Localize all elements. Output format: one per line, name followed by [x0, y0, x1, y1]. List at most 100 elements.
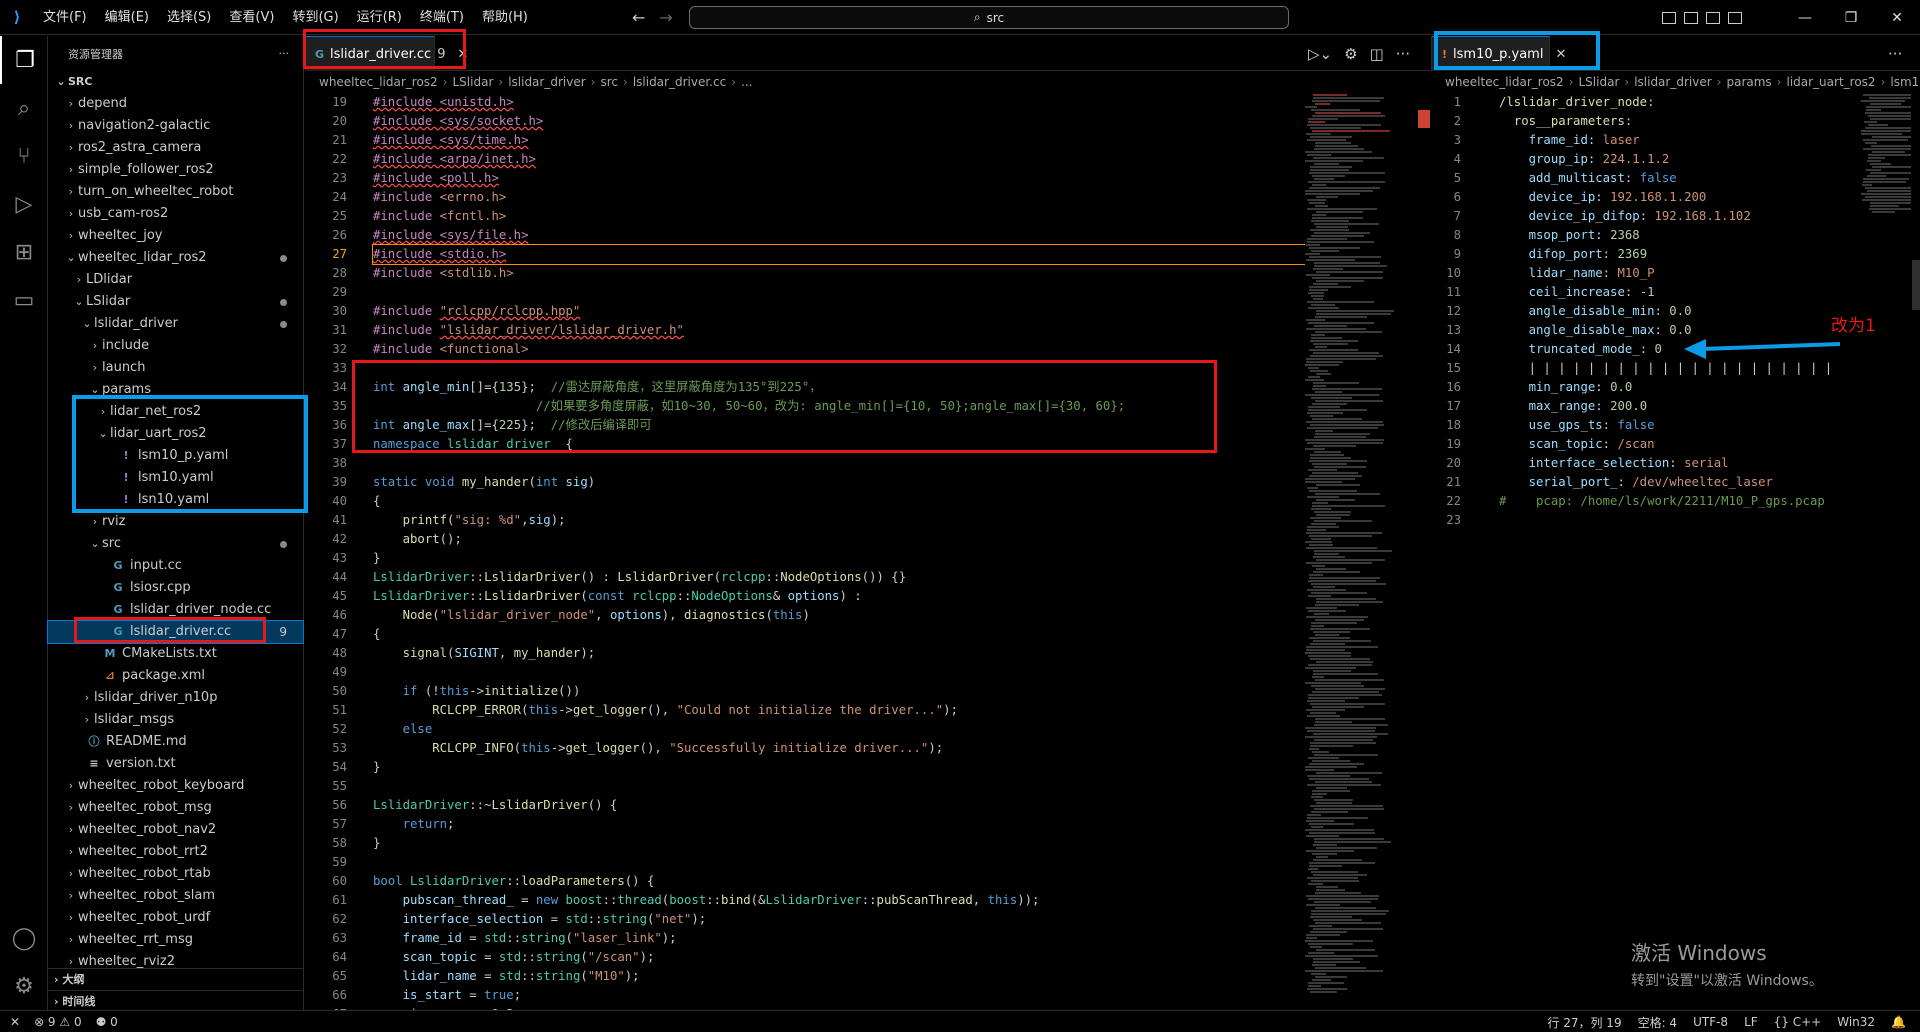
more-actions-icon[interactable]: ··· — [1396, 45, 1410, 63]
remote-explorer-icon[interactable]: ▭ — [0, 276, 48, 324]
menu-item[interactable]: 帮助(H) — [473, 0, 537, 35]
breadcrumb-item[interactable]: wheeltec_lidar_ros2 — [1445, 75, 1564, 89]
menu-item[interactable]: 编辑(E) — [96, 0, 158, 35]
tree-file[interactable]: M CMakeLists.txt — [48, 643, 303, 665]
minimap-line — [1311, 685, 1364, 687]
chevron-down-icon: ⌄ — [66, 251, 76, 264]
tree-folder[interactable]: › wheeltec_robot_keyboard — [48, 775, 303, 797]
left-minimap[interactable] — [1305, 93, 1425, 1010]
forward-arrow-icon[interactable]: → — [659, 8, 672, 27]
tree-folder[interactable]: › wheeltec_robot_slam — [48, 885, 303, 907]
toggle-panel-icon[interactable] — [1684, 11, 1698, 24]
tree-folder[interactable]: › simple_follower_ros2 — [48, 159, 303, 181]
tree-folder[interactable]: › include — [48, 335, 303, 357]
tree-folder[interactable]: › wheeltec_robot_nav2 — [48, 819, 303, 841]
chevron-right-icon: › — [92, 515, 98, 528]
tree-folder[interactable]: › wheeltec_robot_msg — [48, 797, 303, 819]
encoding-status[interactable]: UTF-8 — [1693, 1015, 1728, 1029]
more-actions-icon[interactable]: ··· — [1888, 45, 1902, 63]
explorer-icon[interactable]: ❐ — [0, 36, 48, 84]
tree-file[interactable]: ≡ version.txt — [48, 753, 303, 775]
breadcrumb-item[interactable]: LSlidar — [1579, 75, 1620, 89]
language-mode[interactable]: {} C++ — [1774, 1015, 1822, 1029]
workspace-root[interactable]: ⌄ SRC — [48, 71, 303, 93]
breadcrumb-item[interactable]: LSlidar — [453, 75, 494, 89]
tree-folder[interactable]: › wheeltec_robot_rrt2 — [48, 841, 303, 863]
tree-folder[interactable]: › ros2_astra_camera — [48, 137, 303, 159]
breadcrumb-item[interactable]: src — [600, 75, 618, 89]
search-view-icon[interactable]: ⌕ — [0, 84, 48, 132]
breadcrumb-item[interactable]: lslidar_driver — [508, 75, 585, 89]
breadcrumb-item[interactable]: lslidar_driver.cc — [633, 75, 726, 89]
tree-folder[interactable]: › navigation2-galactic — [48, 115, 303, 137]
breadcrumb-item[interactable]: ... — [741, 75, 752, 89]
right-scrollbar-thumb[interactable] — [1912, 260, 1920, 310]
run-debug-icon[interactable]: ▷ — [0, 180, 48, 228]
breadcrumb-item[interactable]: lsm1 — [1890, 75, 1919, 89]
tree-folder[interactable]: › wheeltec_robot_rtab — [48, 863, 303, 885]
problems-status[interactable]: ⊗ 9 ⚠ 0 — [34, 1015, 82, 1029]
close-window-button[interactable]: ✕ — [1874, 10, 1920, 26]
cursor-position[interactable]: 行 27，列 19 — [1547, 1014, 1621, 1031]
tree-folder[interactable]: ⌄ lslidar_driver — [48, 313, 303, 335]
breadcrumb-item[interactable]: params — [1726, 75, 1771, 89]
code-line: ros__parameters: — [1499, 112, 1831, 131]
breadcrumb-item[interactable]: lslidar_driver — [1634, 75, 1711, 89]
settings-gear-icon[interactable]: ⚙ — [0, 962, 48, 1010]
menu-item[interactable]: 查看(V) — [220, 0, 283, 35]
ports-status[interactable]: ⚉ 0 — [96, 1015, 118, 1029]
tree-file[interactable]: ⊿ package.xml — [48, 665, 303, 687]
tree-folder[interactable]: › wheeltec_robot_urdf — [48, 907, 303, 929]
breadcrumb-item[interactable]: lidar_uart_ros2 — [1786, 75, 1875, 89]
settings-gear-icon[interactable]: ⚙ — [1344, 45, 1357, 63]
source-control-icon[interactable]: ⑂ — [0, 132, 48, 180]
code-token: #include <poll.h> — [373, 171, 499, 185]
split-editor-icon[interactable]: ◫ — [1370, 45, 1384, 63]
toggle-sidebar-icon[interactable] — [1662, 11, 1676, 24]
back-arrow-icon[interactable]: ← — [632, 8, 645, 27]
tree-folder[interactable]: › usb_cam-ros2 — [48, 203, 303, 225]
remote-icon[interactable]: ✕ — [10, 1015, 20, 1029]
right-minimap[interactable] — [1861, 93, 1911, 1010]
extensions-icon[interactable]: ⊞ — [0, 228, 48, 276]
restore-button[interactable]: ❐ — [1828, 10, 1874, 26]
account-icon[interactable]: ◯ — [0, 914, 48, 962]
toggle-secondary-sidebar-icon[interactable] — [1706, 11, 1720, 24]
tree-file[interactable]: ⓘ README.md — [48, 731, 303, 753]
tree-folder[interactable]: ⌄ wheeltec_lidar_ros2 — [48, 247, 303, 269]
minimize-button[interactable]: — — [1782, 10, 1828, 26]
customize-layout-icon[interactable] — [1728, 11, 1742, 24]
code-token: ( — [580, 589, 588, 603]
explorer-title: 资源管理器 — [68, 47, 123, 61]
minimap-line — [1306, 361, 1343, 363]
tree-folder[interactable]: ⌄ src — [48, 533, 303, 555]
tree-folder[interactable]: › wheeltec_rrt_msg — [48, 929, 303, 951]
run-debug-icon[interactable]: ▷⌄ — [1308, 45, 1332, 63]
menu-item[interactable]: 文件(F) — [34, 0, 96, 35]
chevron-right-icon: › — [92, 339, 98, 352]
outline-section[interactable]: › 大纲 — [48, 968, 304, 990]
right-code-editor[interactable]: 1 2 3 4 5 6 7 8 9 10 11 12 13 14 15 16 17 18 19 20 21 22 23/ls… — [1431, 93, 1831, 1010]
tree-folder[interactable]: › lslidar_driver_n10p — [48, 687, 303, 709]
tree-folder[interactable]: › launch — [48, 357, 303, 379]
tree-folder[interactable]: › turn_on_wheeltec_robot — [48, 181, 303, 203]
minimap-line — [1311, 304, 1335, 306]
menu-item[interactable]: 选择(S) — [158, 0, 220, 35]
command-center-search[interactable]: ⌕ src — [689, 6, 1289, 29]
breadcrumb-item[interactable]: wheeltec_lidar_ros2 — [319, 75, 438, 89]
tree-file[interactable]: Ginput.cc — [48, 555, 303, 577]
explorer-more-icon[interactable]: ··· — [279, 47, 290, 60]
tree-folder[interactable]: › rviz — [48, 511, 303, 533]
tree-file[interactable]: Glsiosr.cpp — [48, 577, 303, 599]
platform-status[interactable]: Win32 — [1837, 1015, 1875, 1029]
timeline-section[interactable]: › 时间线 — [48, 990, 304, 1012]
eol-status[interactable]: LF — [1744, 1015, 1758, 1029]
tree-folder[interactable]: › depend — [48, 93, 303, 115]
tree-folder[interactable]: ⌄ LSlidar — [48, 291, 303, 313]
tree-folder[interactable]: › LDlidar — [48, 269, 303, 291]
tree-folder[interactable]: › wheeltec_joy — [48, 225, 303, 247]
indentation-status[interactable]: 空格: 4 — [1638, 1014, 1678, 1031]
tree-folder[interactable]: › lslidar_msgs — [48, 709, 303, 731]
left-code-editor[interactable]: 19 20 21 22 23 24 25 26 27 28 29 30 31 32 33 34 35 36 37 38… — [305, 93, 1305, 1010]
notifications-icon[interactable]: 🔔 — [1891, 1015, 1906, 1029]
